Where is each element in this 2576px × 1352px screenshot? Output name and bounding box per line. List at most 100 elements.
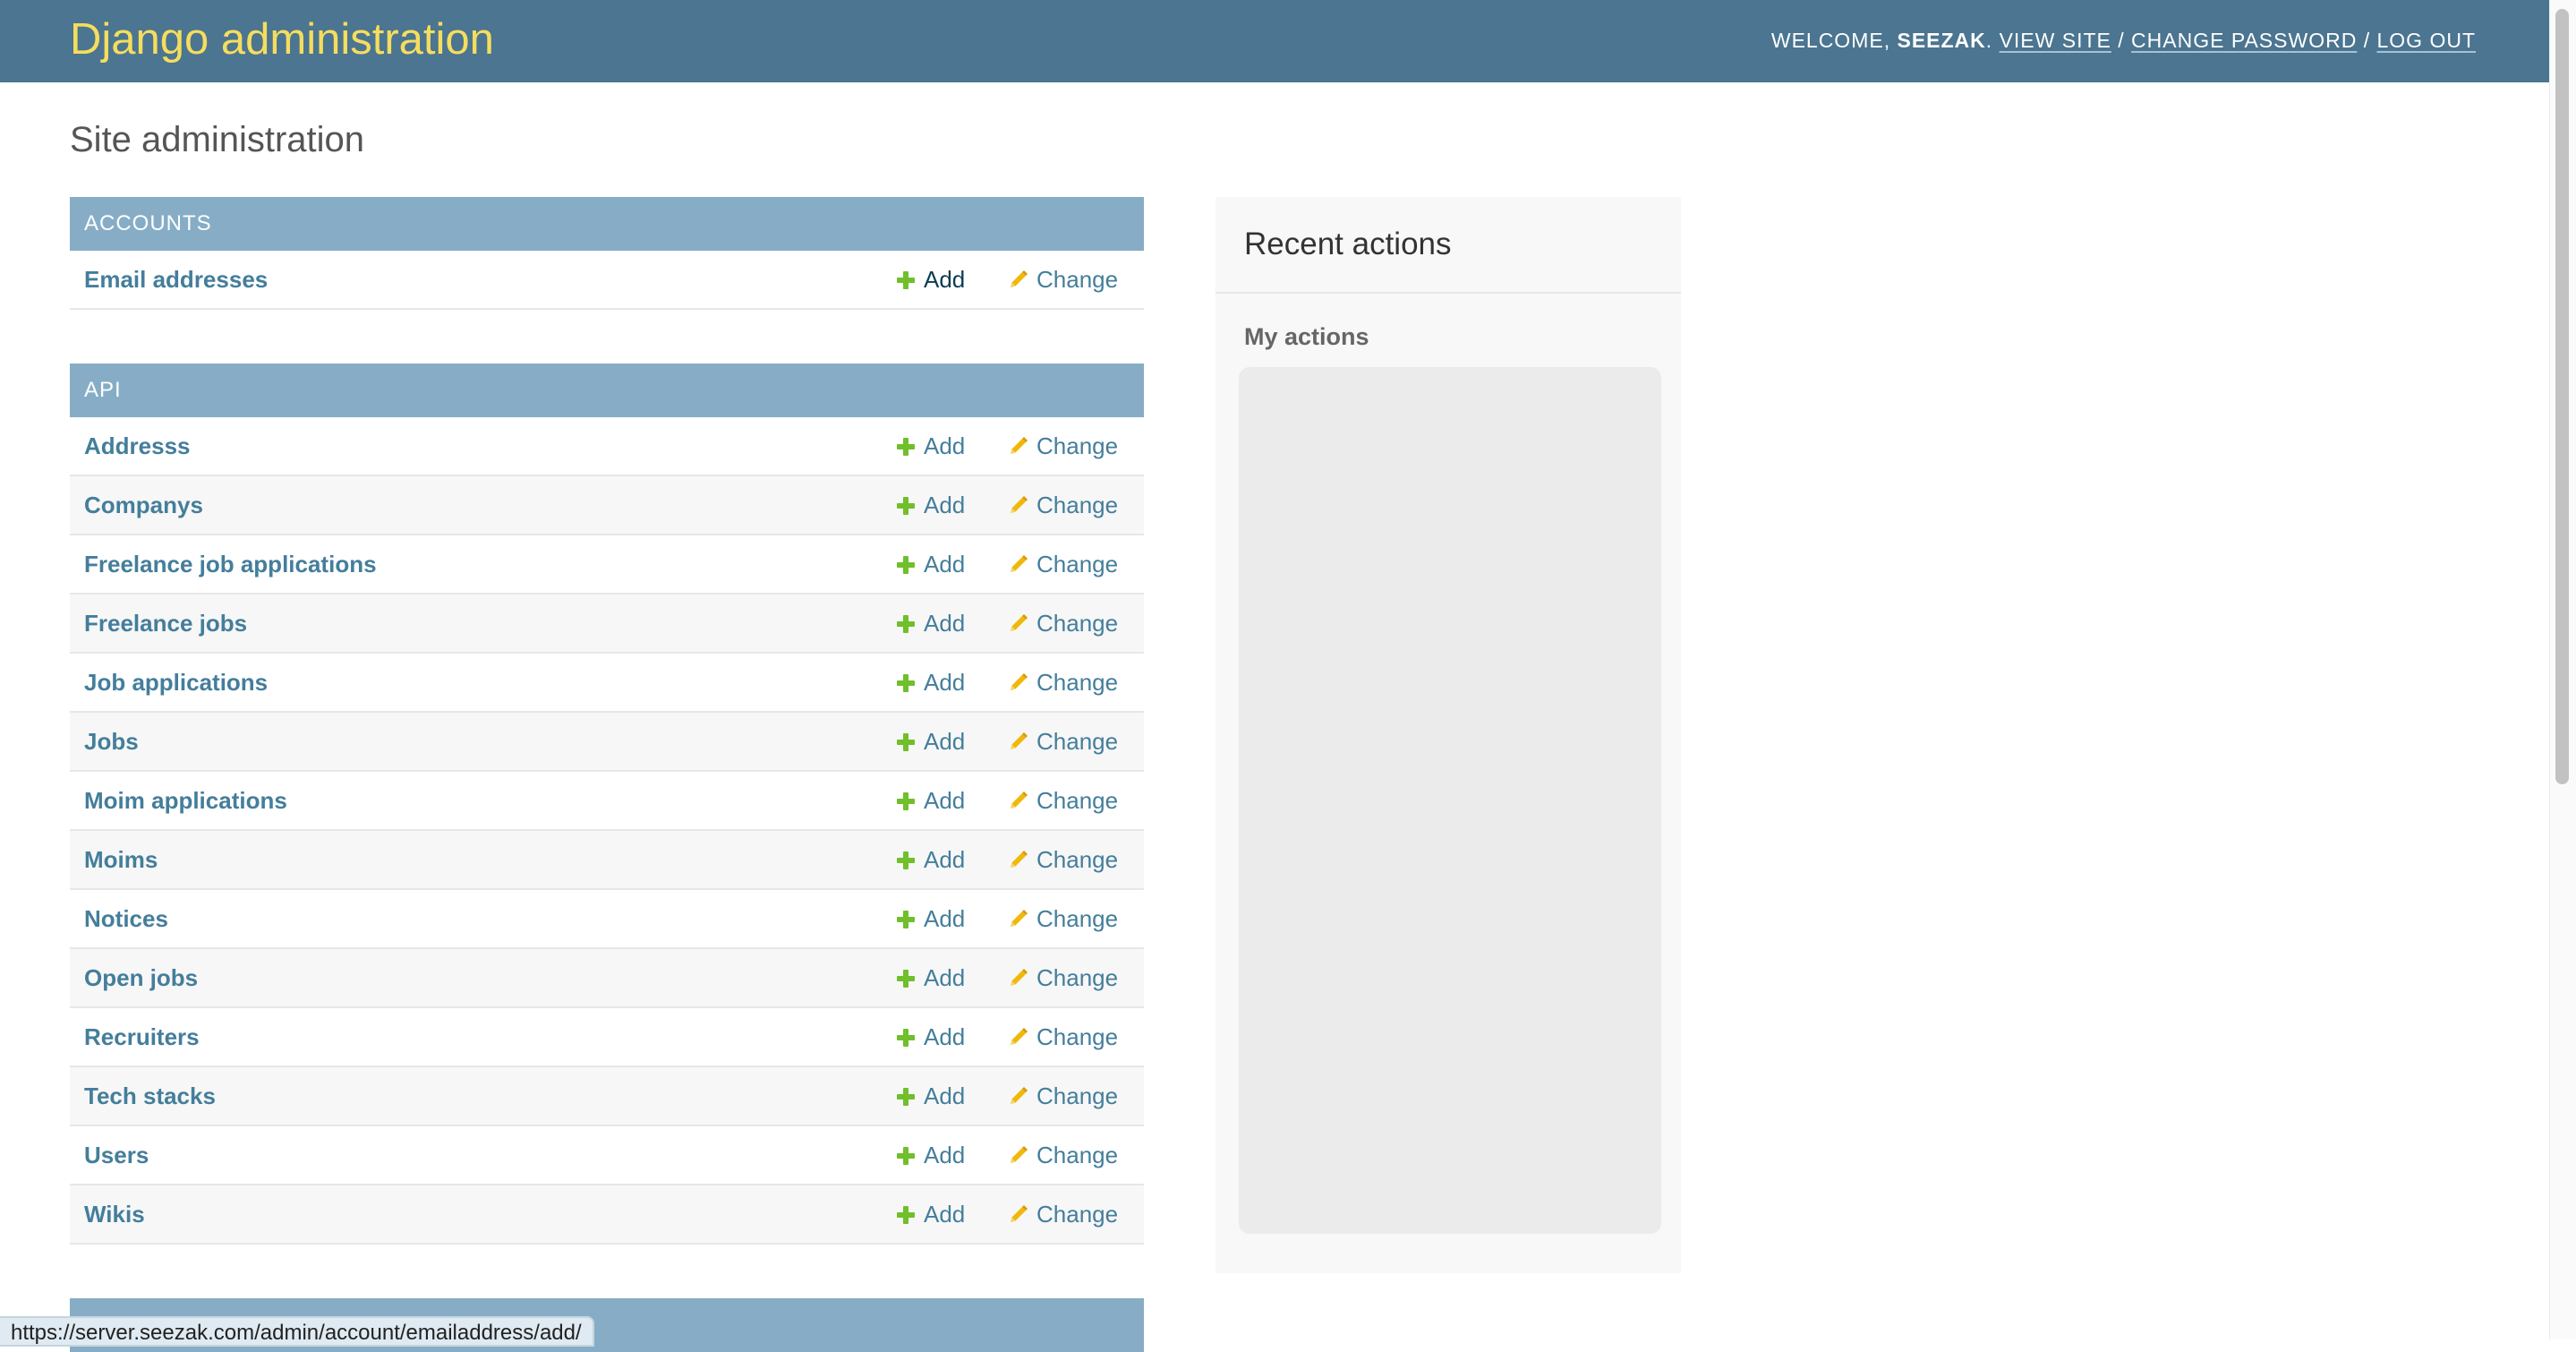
- model-row-freelance-job-applications: Freelance job applications Add Change: [70, 535, 1144, 595]
- add-label: Add: [924, 728, 966, 755]
- model-row-recruiters: Recruiters Add Change: [70, 1008, 1144, 1067]
- model-row-open-jobs: Open jobs Add Change: [70, 949, 1144, 1008]
- add-link-freelance-jobs[interactable]: Add: [897, 595, 965, 652]
- change-label: Change: [1036, 669, 1119, 696]
- model-row-moim-applications: Moim applications Add Change: [70, 772, 1144, 831]
- pencil-icon: [1011, 969, 1028, 986]
- change-label: Change: [1036, 728, 1119, 755]
- pencil-icon: [1011, 1087, 1028, 1104]
- model-link-companys[interactable]: Companys: [84, 476, 203, 534]
- add-link-wikis[interactable]: Add: [897, 1185, 965, 1243]
- add-label: Add: [924, 1201, 966, 1228]
- change-label: Change: [1036, 1142, 1119, 1168]
- model-link-tech-stacks[interactable]: Tech stacks: [84, 1067, 216, 1125]
- plus-icon: [897, 970, 915, 988]
- add-link-email-addresses[interactable]: Add: [897, 251, 965, 308]
- scrollbar-thumb[interactable]: [2555, 9, 2569, 784]
- change-label: Change: [1036, 432, 1119, 459]
- plus-icon: [897, 1029, 915, 1047]
- module-caption-accounts[interactable]: Accounts: [70, 197, 1144, 251]
- add-link-tech-stacks[interactable]: Add: [897, 1067, 965, 1125]
- add-link-companys[interactable]: Add: [897, 476, 965, 534]
- add-label: Add: [924, 551, 966, 578]
- plus-icon: [897, 271, 915, 289]
- model-link-wikis[interactable]: Wikis: [84, 1185, 145, 1243]
- model-row-tech-stacks: Tech stacks Add Change: [70, 1067, 1144, 1126]
- plus-icon: [897, 497, 915, 515]
- add-label: Add: [924, 964, 966, 991]
- model-link-freelance-job-applications[interactable]: Freelance job applications: [84, 535, 377, 593]
- add-link-notices[interactable]: Add: [897, 890, 965, 947]
- pencil-icon: [1011, 1146, 1028, 1163]
- change-link-moim-applications[interactable]: Change: [1008, 772, 1118, 829]
- add-link-freelance-job-applications[interactable]: Add: [897, 535, 965, 593]
- change-link-email-addresses[interactable]: Change: [1008, 251, 1118, 308]
- change-link-open-jobs[interactable]: Change: [1008, 949, 1118, 1006]
- change-link-companys[interactable]: Change: [1008, 476, 1118, 534]
- view-site-link[interactable]: View site: [2000, 29, 2111, 52]
- model-row-companys: Companys Add Change: [70, 476, 1144, 535]
- change-link-recruiters[interactable]: Change: [1008, 1008, 1118, 1065]
- model-link-email-addresses[interactable]: Email addresses: [84, 251, 268, 308]
- model-link-open-jobs[interactable]: Open jobs: [84, 949, 198, 1006]
- model-link-users[interactable]: Users: [84, 1126, 149, 1184]
- model-link-recruiters[interactable]: Recruiters: [84, 1008, 200, 1065]
- change-link-notices[interactable]: Change: [1008, 890, 1118, 947]
- pencil-icon: [1011, 270, 1028, 287]
- plus-icon: [897, 1147, 915, 1165]
- add-label: Add: [924, 846, 966, 873]
- log-out-link[interactable]: Log out: [2376, 29, 2476, 52]
- add-link-moim-applications[interactable]: Add: [897, 772, 965, 829]
- model-link-addresss[interactable]: Addresss: [84, 417, 191, 475]
- add-link-users[interactable]: Add: [897, 1126, 965, 1184]
- plus-icon: [897, 1206, 915, 1224]
- add-link-moims[interactable]: Add: [897, 831, 965, 888]
- add-link-job-applications[interactable]: Add: [897, 654, 965, 711]
- change-label: Change: [1036, 846, 1119, 873]
- add-link-open-jobs[interactable]: Add: [897, 949, 965, 1006]
- model-row-moims: Moims Add Change: [70, 831, 1144, 890]
- change-link-jobs[interactable]: Change: [1008, 713, 1118, 770]
- add-label: Add: [924, 266, 966, 293]
- model-link-moim-applications[interactable]: Moim applications: [84, 772, 287, 829]
- model-link-moims[interactable]: Moims: [84, 831, 158, 888]
- change-link-addresss[interactable]: Change: [1008, 417, 1118, 475]
- pencil-icon: [1011, 732, 1028, 749]
- change-link-freelance-job-applications[interactable]: Change: [1008, 535, 1118, 593]
- module-caption-api[interactable]: API: [70, 364, 1144, 417]
- change-link-moims[interactable]: Change: [1008, 831, 1118, 888]
- model-link-jobs[interactable]: Jobs: [84, 713, 139, 770]
- model-link-notices[interactable]: Notices: [84, 890, 168, 947]
- pencil-icon: [1011, 1028, 1028, 1045]
- model-link-job-applications[interactable]: Job applications: [84, 654, 268, 711]
- separator: /: [2111, 29, 2132, 52]
- change-password-link[interactable]: Change password: [2131, 29, 2357, 52]
- model-link-freelance-jobs[interactable]: Freelance jobs: [84, 595, 247, 652]
- site-branding[interactable]: Django administration: [70, 13, 494, 66]
- add-label: Add: [924, 610, 966, 637]
- add-link-recruiters[interactable]: Add: [897, 1008, 965, 1065]
- change-label: Change: [1036, 610, 1119, 637]
- add-link-addresss[interactable]: Add: [897, 417, 965, 475]
- change-link-tech-stacks[interactable]: Change: [1008, 1067, 1118, 1125]
- change-label: Change: [1036, 551, 1119, 578]
- add-label: Add: [924, 432, 966, 459]
- plus-icon: [897, 911, 915, 928]
- change-link-users[interactable]: Change: [1008, 1126, 1118, 1184]
- model-row-freelance-jobs: Freelance jobs Add Change: [70, 595, 1144, 654]
- change-label: Change: [1036, 1201, 1119, 1228]
- status-bar-url: https://server.seezak.com/admin/account/…: [0, 1316, 594, 1347]
- recent-actions-panel: Recent actions My actions: [1215, 197, 1681, 1273]
- add-link-jobs[interactable]: Add: [897, 713, 965, 770]
- change-label: Change: [1036, 787, 1119, 814]
- change-link-job-applications[interactable]: Change: [1008, 654, 1118, 711]
- pencil-icon: [1011, 910, 1028, 927]
- add-label: Add: [924, 1023, 966, 1050]
- change-link-freelance-jobs[interactable]: Change: [1008, 595, 1118, 652]
- plus-icon: [897, 615, 915, 633]
- my-actions-title: My actions: [1244, 323, 1369, 350]
- plus-icon: [897, 792, 915, 810]
- change-link-wikis[interactable]: Change: [1008, 1185, 1118, 1243]
- model-row-email-addresses: Email addresses Add Change: [70, 251, 1144, 310]
- model-row-job-applications: Job applications Add Change: [70, 654, 1144, 713]
